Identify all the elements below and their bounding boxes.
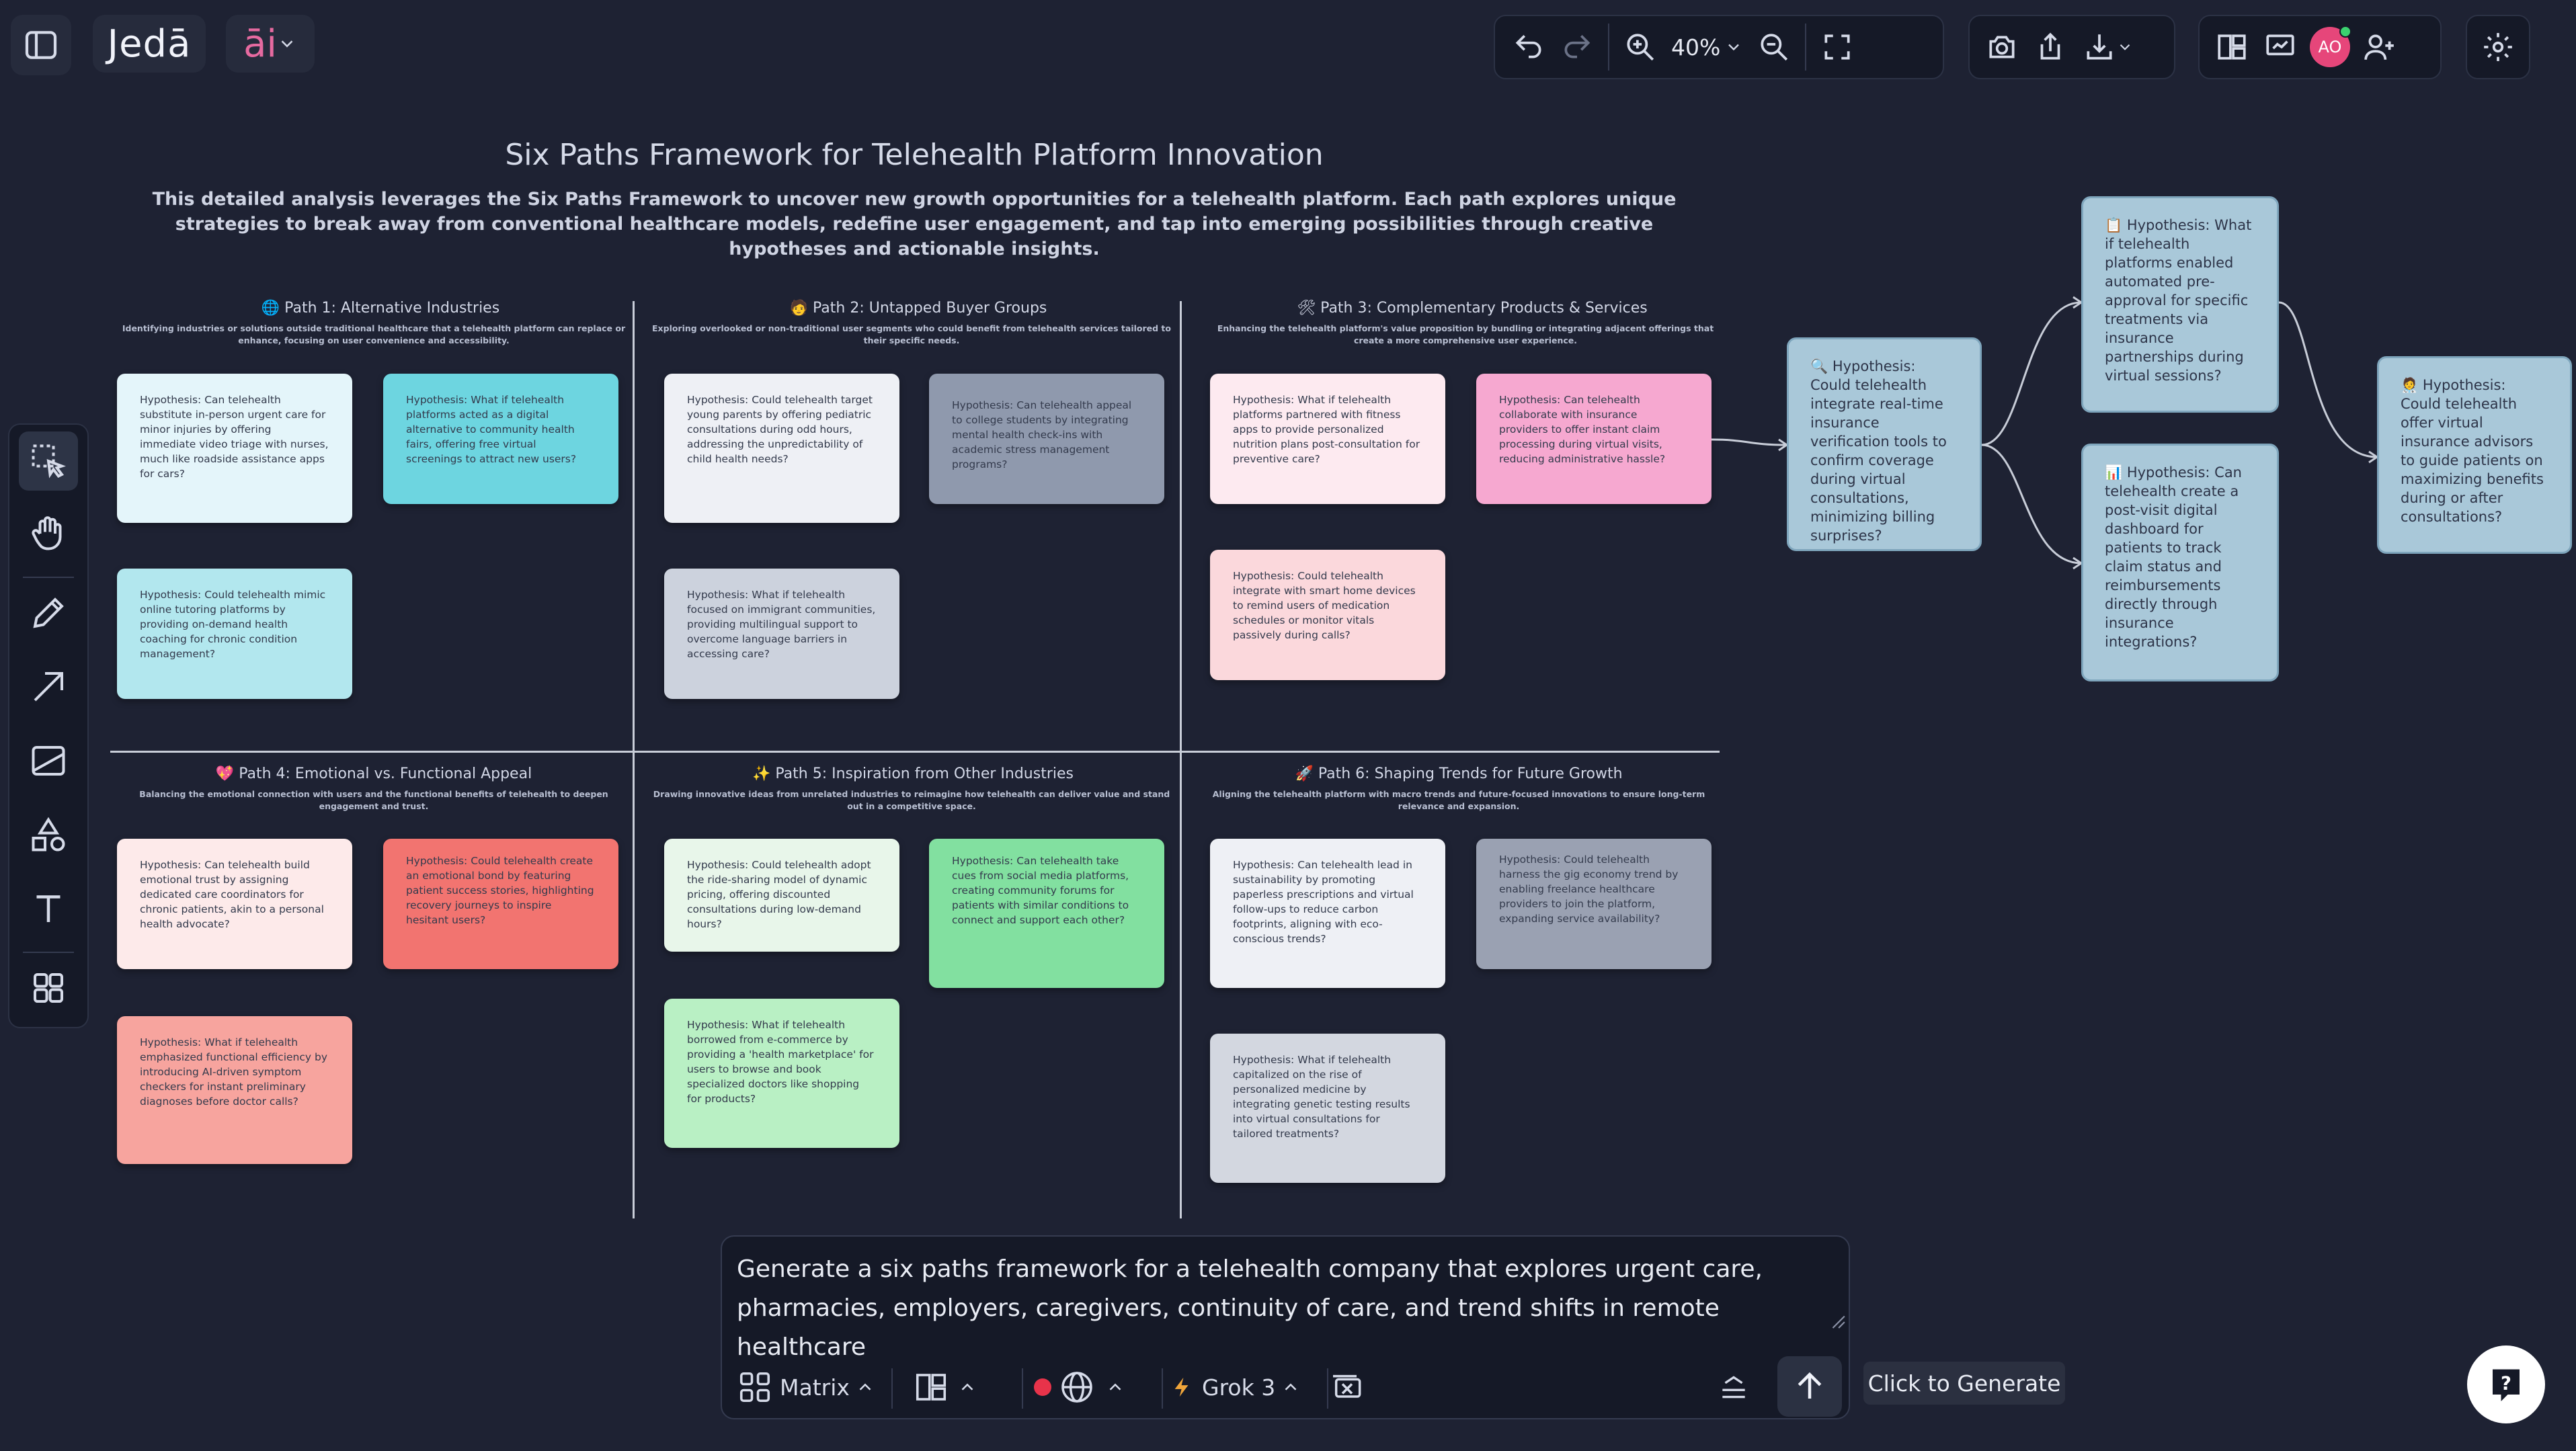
branch-top-card[interactable]: 📋 Hypothesis: What if telehealth platfor… xyxy=(2081,196,2279,413)
layout-icon xyxy=(916,1374,947,1401)
layout-label: Matrix xyxy=(780,1374,850,1401)
toolbar-divider xyxy=(891,1368,893,1409)
arrow-up-icon xyxy=(1798,1372,1822,1399)
generate-button[interactable] xyxy=(1777,1356,1842,1417)
chat-icon xyxy=(1333,1374,1361,1398)
lightning-icon xyxy=(1174,1377,1189,1397)
collapse-button[interactable] xyxy=(1717,1360,1750,1414)
view-selector[interactable] xyxy=(913,1360,977,1414)
source-selector[interactable] xyxy=(1029,1360,1125,1414)
prompt-panel: Generate a six paths framework for a tel… xyxy=(721,1235,1850,1419)
globe-icon xyxy=(1061,1372,1092,1403)
prompt-input[interactable]: Generate a six paths framework for a tel… xyxy=(737,1250,1826,1367)
svg-text:?: ? xyxy=(2501,1373,2511,1395)
help-button[interactable]: ? xyxy=(2467,1345,2545,1423)
generate-tooltip: Click to Generate xyxy=(1863,1362,2065,1405)
help-icon: ? xyxy=(2493,1369,2520,1401)
model-selector[interactable]: Grok 3 xyxy=(1171,1360,1301,1414)
chevron-up-icon xyxy=(1109,1383,1121,1391)
resize-handle-icon[interactable] xyxy=(1828,1312,1846,1329)
branch-right-card[interactable]: 🧑‍⚕️ Hypothesis: Could telehealth offer … xyxy=(2377,356,2572,554)
branch-root-card[interactable]: 🔍 Hypothesis: Could telehealth integrate… xyxy=(1787,337,1982,551)
matrix-icon xyxy=(739,1372,770,1403)
layout-selector[interactable]: Matrix xyxy=(737,1360,875,1414)
toolbar-divider xyxy=(1022,1368,1023,1409)
chevron-up-icon xyxy=(1285,1383,1297,1391)
model-label: Grok 3 xyxy=(1202,1374,1276,1401)
chevron-up-icon xyxy=(859,1383,871,1391)
collapse-icon xyxy=(1722,1376,1745,1399)
record-dot-icon xyxy=(1034,1378,1051,1396)
branch-bottom-card[interactable]: 📊 Hypothesis: Can telehealth create a po… xyxy=(2081,444,2279,681)
chevron-up-icon xyxy=(961,1383,973,1391)
chat-button[interactable] xyxy=(1328,1360,1366,1414)
toolbar-divider xyxy=(1162,1368,1163,1409)
